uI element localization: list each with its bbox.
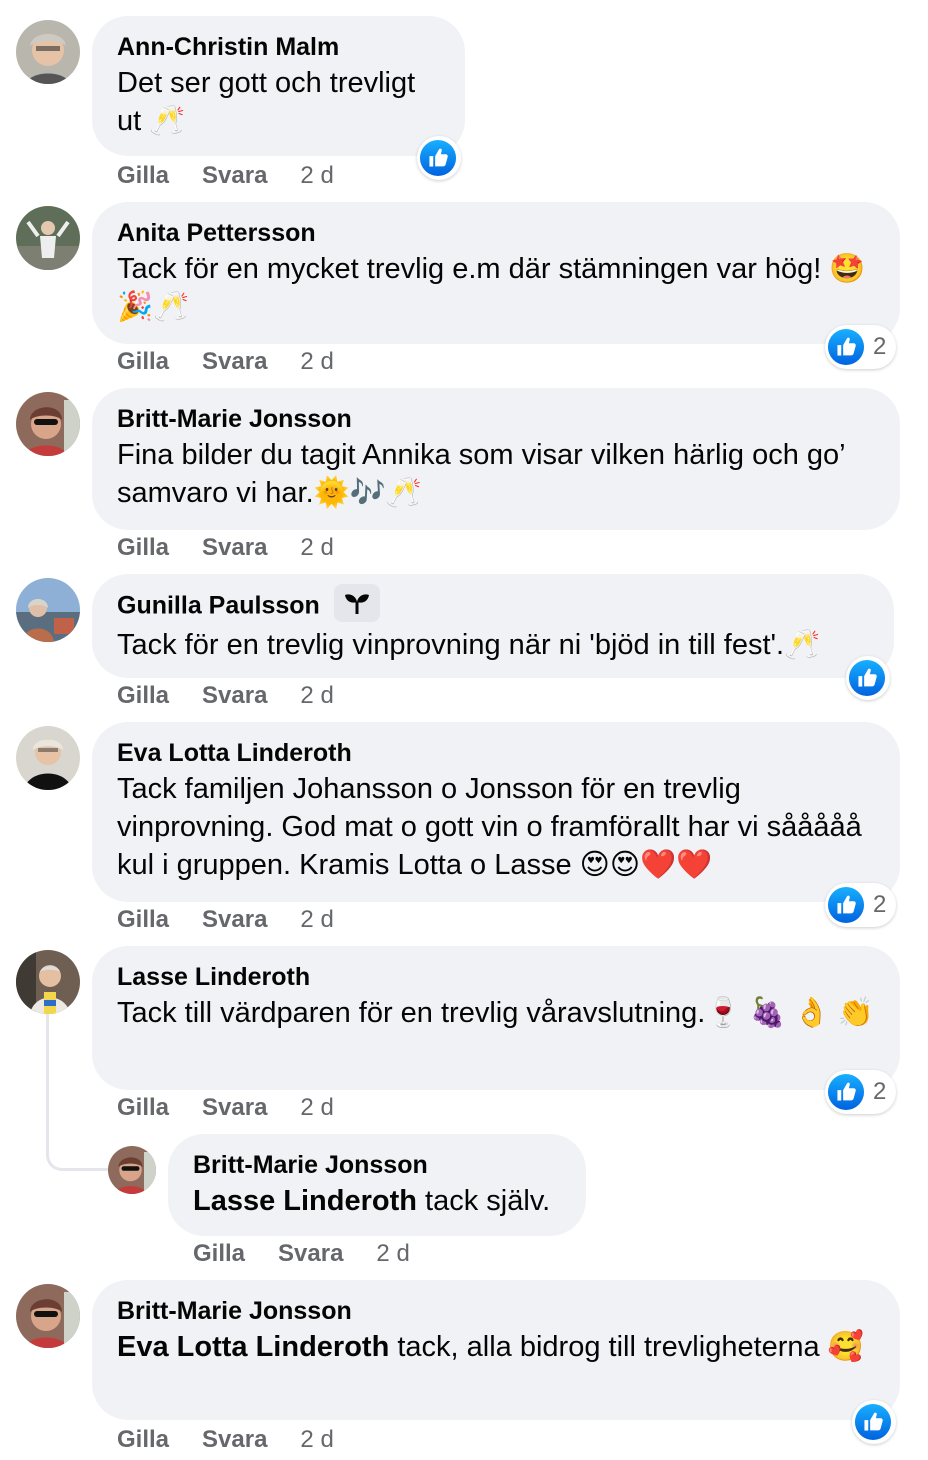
- comment-actions: Gilla Svara 2 d: [117, 533, 334, 563]
- sprout-icon[interactable]: [333, 584, 380, 622]
- comment-actions: Gilla Svara 2 d: [117, 905, 334, 935]
- reaction-summary[interactable]: [846, 656, 890, 700]
- timestamp[interactable]: 2 d: [300, 682, 333, 710]
- like-button[interactable]: Gilla: [117, 348, 169, 376]
- comment-text: Fina bilder du tagit Annika som visar vi…: [117, 439, 845, 509]
- comment-actions: Gilla Svara 2 d: [117, 347, 334, 377]
- comment-text: Tack familjen Johansson o Jonsson för en…: [117, 773, 862, 881]
- like-button[interactable]: Gilla: [117, 682, 169, 710]
- reaction-summary[interactable]: 2: [825, 1070, 897, 1114]
- reply-button[interactable]: Svara: [202, 348, 267, 376]
- timestamp[interactable]: 2 d: [300, 534, 333, 562]
- reaction-summary[interactable]: [852, 1400, 896, 1444]
- comment-author[interactable]: Anita Pettersson: [117, 216, 874, 250]
- comment-author[interactable]: Eva Lotta Linderoth: [117, 736, 874, 770]
- reply-button[interactable]: Svara: [278, 1240, 343, 1268]
- comment-bubble: Gunilla Paulsson Tack för en trevlig vin…: [92, 574, 894, 678]
- reaction-summary[interactable]: 2: [825, 883, 897, 927]
- author-name[interactable]: Gunilla Paulsson: [117, 592, 320, 620]
- timestamp[interactable]: 2 d: [300, 348, 333, 376]
- comment-actions: Gilla Svara 2 d: [193, 1239, 410, 1269]
- comment-bubble: Ann-Christin Malm Det ser gott och trevl…: [92, 16, 465, 156]
- like-button[interactable]: Gilla: [117, 1426, 169, 1454]
- comment-actions: Gilla Svara 2 d: [117, 1425, 334, 1455]
- comment-author[interactable]: Ann-Christin Malm: [117, 30, 439, 64]
- timestamp[interactable]: 2 d: [300, 1094, 333, 1122]
- thumbs-up-icon: [827, 886, 865, 924]
- reaction-count: 2: [873, 333, 887, 360]
- comment-text: Det ser gott och trevligt ut 🥂: [117, 67, 416, 137]
- reply-button[interactable]: Svara: [202, 1426, 267, 1454]
- reaction-summary[interactable]: [417, 136, 461, 180]
- comment-actions: Gilla Svara 2 d: [117, 161, 334, 191]
- comment-bubble: Anita Pettersson Tack för en mycket trev…: [92, 202, 900, 344]
- avatar[interactable]: [16, 392, 80, 456]
- comment-text: Tack för en trevlig vinprovning när ni '…: [117, 629, 821, 661]
- avatar[interactable]: [108, 1146, 156, 1194]
- comment-author[interactable]: Britt-Marie Jonsson: [117, 402, 874, 436]
- comment-text: Eva Lotta Linderoth tack, alla bidrog ti…: [117, 1331, 864, 1363]
- mention-link[interactable]: Lasse Linderoth: [193, 1185, 417, 1217]
- thumbs-up-icon: [827, 328, 865, 366]
- timestamp[interactable]: 2 d: [300, 1426, 333, 1454]
- comment-author[interactable]: Britt-Marie Jonsson: [117, 1294, 874, 1328]
- thumbs-up-icon: [419, 139, 457, 177]
- reply-button[interactable]: Svara: [202, 162, 267, 190]
- avatar[interactable]: [16, 726, 80, 790]
- reaction-count: 2: [873, 891, 887, 918]
- avatar[interactable]: [16, 1284, 80, 1348]
- reply-button[interactable]: Svara: [202, 682, 267, 710]
- comment-author[interactable]: Lasse Linderoth: [117, 960, 874, 994]
- comment-author[interactable]: Gunilla Paulsson: [117, 584, 868, 626]
- like-button[interactable]: Gilla: [117, 162, 169, 190]
- like-button[interactable]: Gilla: [193, 1240, 245, 1268]
- comment-author[interactable]: Britt-Marie Jonsson: [193, 1148, 560, 1182]
- comment-text: Tack till värdparen för en trevlig vårav…: [117, 997, 874, 1029]
- timestamp[interactable]: 2 d: [300, 906, 333, 934]
- reply-button[interactable]: Svara: [202, 1094, 267, 1122]
- comment-text: Lasse Linderoth tack själv.: [193, 1185, 551, 1217]
- mention-link[interactable]: Eva Lotta Linderoth: [117, 1331, 389, 1363]
- like-button[interactable]: Gilla: [117, 1094, 169, 1122]
- reply-bubble: Britt-Marie Jonsson Lasse Linderoth tack…: [168, 1134, 586, 1236]
- thumbs-up-icon: [848, 659, 886, 697]
- timestamp[interactable]: 2 d: [376, 1240, 409, 1268]
- like-button[interactable]: Gilla: [117, 534, 169, 562]
- like-button[interactable]: Gilla: [117, 906, 169, 934]
- reaction-count: 2: [873, 1078, 887, 1105]
- comment-actions: Gilla Svara 2 d: [117, 681, 334, 711]
- avatar[interactable]: [16, 206, 80, 270]
- avatar[interactable]: [16, 950, 80, 1014]
- reply-button[interactable]: Svara: [202, 906, 267, 934]
- thumbs-up-icon: [827, 1073, 865, 1111]
- comment-actions: Gilla Svara 2 d: [117, 1093, 334, 1123]
- comment-bubble: Eva Lotta Linderoth Tack familjen Johans…: [92, 722, 900, 902]
- comment-bubble: Lasse Linderoth Tack till värdparen för …: [92, 946, 900, 1090]
- comment-bubble: Britt-Marie Jonsson Eva Lotta Linderoth …: [92, 1280, 900, 1420]
- avatar[interactable]: [16, 578, 80, 642]
- comment-bubble: Britt-Marie Jonsson Fina bilder du tagit…: [92, 388, 900, 530]
- avatar[interactable]: [16, 20, 80, 84]
- thumbs-up-icon: [854, 1403, 892, 1441]
- reaction-summary[interactable]: 2: [825, 325, 897, 369]
- reply-button[interactable]: Svara: [202, 534, 267, 562]
- timestamp[interactable]: 2 d: [300, 162, 333, 190]
- comment-text: Tack för en mycket trevlig e.m där stämn…: [117, 253, 866, 323]
